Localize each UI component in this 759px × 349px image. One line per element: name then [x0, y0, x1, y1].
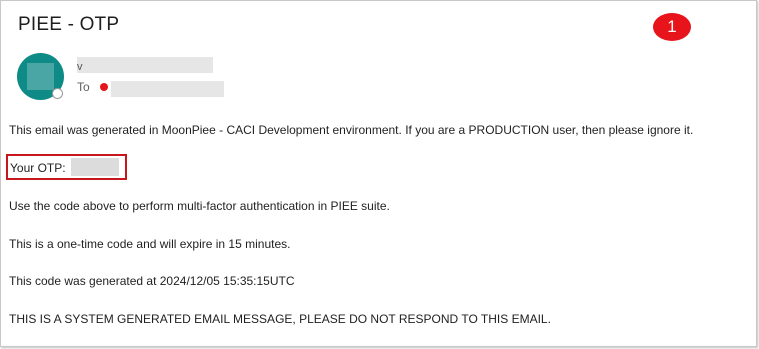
otp-highlight-box: Your OTP: — [6, 154, 127, 180]
presence-status-icon — [52, 88, 63, 99]
email-message-pane: PIEE - OTP 1 v To This email was generat… — [0, 0, 757, 347]
generated-timestamp: This code was generated at 2024/12/05 15… — [9, 274, 295, 288]
otp-label: Your OTP: — [10, 161, 66, 175]
environment-notice: This email was generated in MoonPiee - C… — [9, 123, 694, 137]
recipient-name-redacted[interactable] — [111, 81, 224, 97]
email-subject: PIEE - OTP — [18, 14, 120, 35]
to-label: To — [77, 80, 90, 94]
avatar-initials-redacted — [27, 63, 54, 90]
otp-code-redacted[interactable] — [71, 158, 119, 176]
system-notice: THIS IS A SYSTEM GENERATED EMAIL MESSAGE… — [9, 312, 551, 326]
sender-name-redacted[interactable] — [77, 57, 213, 73]
instruction-text: Use the code above to perform multi-fact… — [9, 199, 390, 213]
recipient-status-dot — [100, 83, 108, 91]
step-number-badge: 1 — [653, 13, 691, 41]
sender-name-initial: v — [77, 61, 83, 73]
expiry-notice: This is a one-time code and will expire … — [9, 237, 291, 251]
